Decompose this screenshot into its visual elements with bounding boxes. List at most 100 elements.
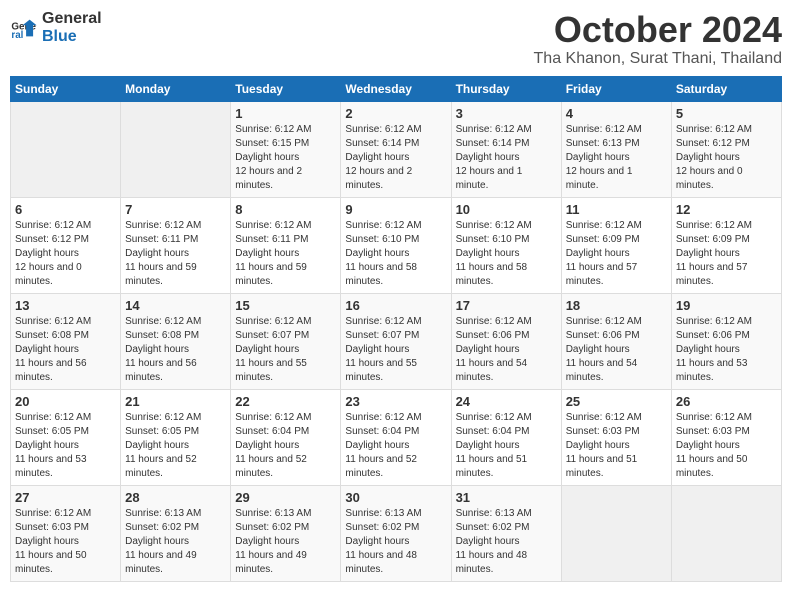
logo-general: General (42, 10, 102, 28)
day-cell: 18Sunrise: 6:12 AMSunset: 6:06 PMDayligh… (561, 293, 671, 389)
header-cell-wednesday: Wednesday (341, 76, 451, 101)
day-cell: 6 Sunrise: 6:12 AMSunset: 6:12 PMDaylight… (11, 197, 121, 293)
day-cell: 28Sunrise: 6:13 AMSunset: 6:02 PMDayligh… (121, 485, 231, 581)
day-cell: 20 Sunrise: 6:12 AMSunset: 6:05 PMDayligh… (11, 389, 121, 485)
day-cell (561, 485, 671, 581)
day-info: Sunrise: 6:12 AMSunset: 6:09 PMDaylight … (676, 219, 777, 289)
day-cell: 11 Sunrise: 6:12 AMSunset: 6:09 PMDayligh… (561, 197, 671, 293)
day-cell: 1Sunrise: 6:12 AMSunset: 6:15 PMDaylight… (231, 101, 341, 197)
day-number: 12 (676, 202, 777, 217)
day-cell: 14Sunrise: 6:12 AMSunset: 6:08 PMDayligh… (121, 293, 231, 389)
day-info: Sunrise: 6:12 AMSunset: 6:05 PMDaylight … (15, 411, 116, 481)
day-number: 10 (456, 202, 557, 217)
day-info: Sunrise: 6:12 AMSunset: 6:14 PMDaylight … (345, 123, 446, 193)
day-cell: 29 Sunrise: 6:13 AMSunset: 6:02 PMDayligh… (231, 485, 341, 581)
day-cell: 22Sunrise: 6:12 AMSunset: 6:04 PMDayligh… (231, 389, 341, 485)
day-info: Sunrise: 6:12 AMSunset: 6:12 PMDaylight … (15, 219, 116, 289)
header-cell-tuesday: Tuesday (231, 76, 341, 101)
day-info: Sunrise: 6:12 AMSunset: 6:06 PMDaylight … (676, 315, 777, 385)
day-number: 25 (566, 394, 667, 409)
day-cell: 19 Sunrise: 6:12 AMSunset: 6:06 PMDayligh… (671, 293, 781, 389)
day-cell: 23 Sunrise: 6:12 AMSunset: 6:04 PMDayligh… (341, 389, 451, 485)
header-cell-monday: Monday (121, 76, 231, 101)
day-info: Sunrise: 6:12 AMSunset: 6:03 PMDaylight … (676, 411, 777, 481)
header-row: SundayMondayTuesdayWednesdayThursdayFrid… (11, 76, 782, 101)
day-cell: 24Sunrise: 6:12 AMSunset: 6:04 PMDayligh… (451, 389, 561, 485)
day-cell: 26Sunrise: 6:12 AMSunset: 6:03 PMDayligh… (671, 389, 781, 485)
logo: Gene ral General Blue (10, 10, 102, 45)
day-info: Sunrise: 6:12 AMSunset: 6:04 PMDaylight … (456, 411, 557, 481)
day-cell: 10Sunrise: 6:12 AMSunset: 6:10 PMDayligh… (451, 197, 561, 293)
day-info: Sunrise: 6:12 AMSunset: 6:10 PMDaylight … (345, 219, 446, 289)
day-info: Sunrise: 6:12 AMSunset: 6:04 PMDaylight … (345, 411, 446, 481)
day-cell: 3 Sunrise: 6:12 AMSunset: 6:14 PMDaylight… (451, 101, 561, 197)
day-number: 19 (676, 298, 777, 313)
day-cell: 27 Sunrise: 6:12 AMSunset: 6:03 PMDayligh… (11, 485, 121, 581)
day-info: Sunrise: 6:13 AMSunset: 6:02 PMDaylight … (235, 507, 336, 577)
day-number: 20 (15, 394, 116, 409)
week-row-2: 6 Sunrise: 6:12 AMSunset: 6:12 PMDaylight… (11, 197, 782, 293)
day-info: Sunrise: 6:13 AMSunset: 6:02 PMDaylight … (345, 507, 446, 577)
day-info: Sunrise: 6:12 AMSunset: 6:13 PMDaylight … (566, 123, 667, 193)
day-number: 23 (345, 394, 446, 409)
calendar-body: 1Sunrise: 6:12 AMSunset: 6:15 PMDaylight… (11, 101, 782, 581)
day-number: 14 (125, 298, 226, 313)
day-info: Sunrise: 6:12 AMSunset: 6:06 PMDaylight … (566, 315, 667, 385)
title-area: October 2024 Tha Khanon, Surat Thani, Th… (534, 10, 782, 68)
day-cell: 2 Sunrise: 6:12 AMSunset: 6:14 PMDaylight… (341, 101, 451, 197)
day-info: Sunrise: 6:12 AMSunset: 6:03 PMDaylight … (15, 507, 116, 577)
location-title: Tha Khanon, Surat Thani, Thailand (534, 50, 782, 68)
day-info: Sunrise: 6:12 AMSunset: 6:07 PMDaylight … (345, 315, 446, 385)
day-cell: 15Sunrise: 6:12 AMSunset: 6:07 PMDayligh… (231, 293, 341, 389)
svg-text:ral: ral (11, 29, 23, 40)
day-info: Sunrise: 6:13 AMSunset: 6:02 PMDaylight … (125, 507, 226, 577)
day-number: 29 (235, 490, 336, 505)
day-number: 5 (676, 106, 777, 121)
day-number: 8 (235, 202, 336, 217)
day-number: 3 (456, 106, 557, 121)
logo-blue: Blue (42, 28, 102, 46)
header-cell-sunday: Sunday (11, 76, 121, 101)
day-number: 17 (456, 298, 557, 313)
day-number: 2 (345, 106, 446, 121)
calendar-table: SundayMondayTuesdayWednesdayThursdayFrid… (10, 76, 782, 582)
day-cell: 16 Sunrise: 6:12 AMSunset: 6:07 PMDayligh… (341, 293, 451, 389)
day-cell: 9Sunrise: 6:12 AMSunset: 6:10 PMDaylight… (341, 197, 451, 293)
day-cell (671, 485, 781, 581)
week-row-4: 20 Sunrise: 6:12 AMSunset: 6:05 PMDayligh… (11, 389, 782, 485)
week-row-3: 13Sunrise: 6:12 AMSunset: 6:08 PMDayligh… (11, 293, 782, 389)
header-cell-thursday: Thursday (451, 76, 561, 101)
day-info: Sunrise: 6:12 AMSunset: 6:09 PMDaylight … (566, 219, 667, 289)
day-cell: 21 Sunrise: 6:12 AMSunset: 6:05 PMDayligh… (121, 389, 231, 485)
day-number: 16 (345, 298, 446, 313)
day-number: 21 (125, 394, 226, 409)
header: Gene ral General Blue October 2024 Tha K… (10, 10, 782, 68)
day-cell: 7Sunrise: 6:12 AMSunset: 6:11 PMDaylight… (121, 197, 231, 293)
day-number: 6 (15, 202, 116, 217)
day-info: Sunrise: 6:12 AMSunset: 6:14 PMDaylight … (456, 123, 557, 193)
logo-icon: Gene ral (10, 14, 38, 42)
day-cell: 30Sunrise: 6:13 AMSunset: 6:02 PMDayligh… (341, 485, 451, 581)
day-cell: 8 Sunrise: 6:12 AMSunset: 6:11 PMDaylight… (231, 197, 341, 293)
day-number: 15 (235, 298, 336, 313)
day-info: Sunrise: 6:12 AMSunset: 6:03 PMDaylight … (566, 411, 667, 481)
header-cell-friday: Friday (561, 76, 671, 101)
day-info: Sunrise: 6:12 AMSunset: 6:12 PMDaylight … (676, 123, 777, 193)
week-row-5: 27 Sunrise: 6:12 AMSunset: 6:03 PMDayligh… (11, 485, 782, 581)
day-info: Sunrise: 6:12 AMSunset: 6:11 PMDaylight … (235, 219, 336, 289)
week-row-1: 1Sunrise: 6:12 AMSunset: 6:15 PMDaylight… (11, 101, 782, 197)
day-cell: 12 Sunrise: 6:12 AMSunset: 6:09 PMDayligh… (671, 197, 781, 293)
day-info: Sunrise: 6:12 AMSunset: 6:05 PMDaylight … (125, 411, 226, 481)
day-cell (11, 101, 121, 197)
day-info: Sunrise: 6:13 AMSunset: 6:02 PMDaylight … (456, 507, 557, 577)
header-cell-saturday: Saturday (671, 76, 781, 101)
day-cell: 13Sunrise: 6:12 AMSunset: 6:08 PMDayligh… (11, 293, 121, 389)
calendar-header: SundayMondayTuesdayWednesdayThursdayFrid… (11, 76, 782, 101)
day-info: Sunrise: 6:12 AMSunset: 6:15 PMDaylight … (235, 123, 336, 193)
day-number: 27 (15, 490, 116, 505)
day-number: 11 (566, 202, 667, 217)
day-cell: 4Sunrise: 6:12 AMSunset: 6:13 PMDaylight… (561, 101, 671, 197)
day-cell: 31Sunrise: 6:13 AMSunset: 6:02 PMDayligh… (451, 485, 561, 581)
day-number: 7 (125, 202, 226, 217)
day-number: 22 (235, 394, 336, 409)
